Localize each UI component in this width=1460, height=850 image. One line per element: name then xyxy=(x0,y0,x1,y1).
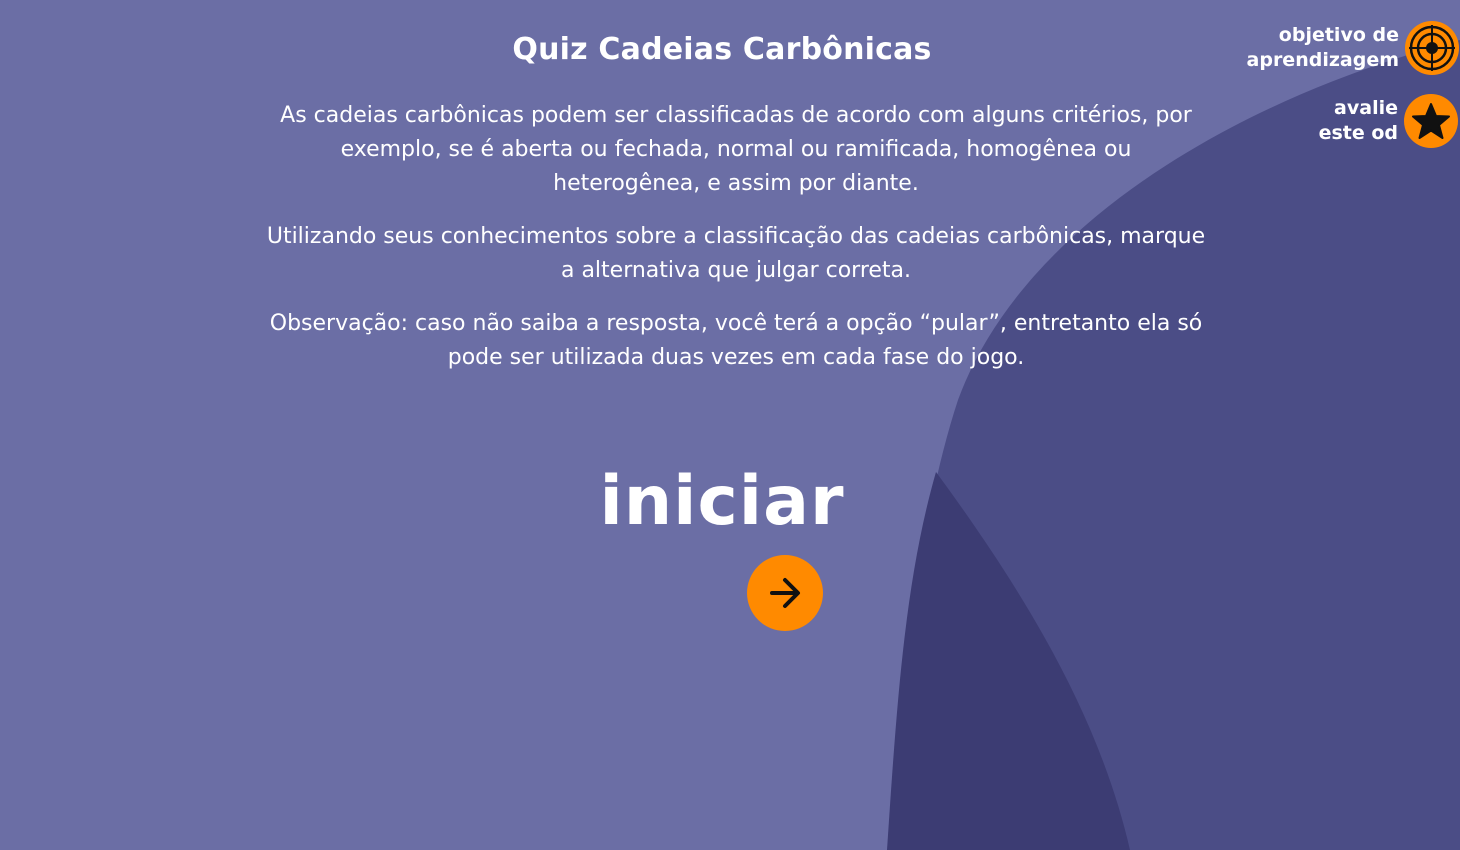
start-label[interactable]: iniciar xyxy=(560,462,884,541)
rate-badge[interactable] xyxy=(1404,94,1458,148)
learning-objective-label-line-2: aprendizagem xyxy=(1246,49,1399,71)
rate-label: avalie este od xyxy=(1319,96,1398,146)
intro-paragraph-3: Observação: caso não saiba a resposta, v… xyxy=(269,311,1203,370)
rate-button[interactable]: avalie este od xyxy=(1319,94,1458,148)
rate-label-line-2: este od xyxy=(1318,122,1398,144)
page-title: Quiz Cadeias Carbônicas xyxy=(512,32,932,67)
learning-objective-badge[interactable] xyxy=(1405,21,1459,75)
quiz-intro-screen: Quiz Cadeias Carbônicas As cadeias carbô… xyxy=(0,0,1460,850)
target-icon xyxy=(1409,25,1455,71)
learning-objective-button[interactable]: objetivo de aprendizagem xyxy=(1247,21,1459,75)
intro-paragraph-2: Utilizando seus conhecimentos sobre a cl… xyxy=(266,224,1206,283)
learning-objective-label: objetivo de aprendizagem xyxy=(1247,23,1399,73)
star-icon xyxy=(1412,103,1450,139)
arrow-right-icon xyxy=(770,578,800,608)
intro-paragraph-1: As cadeias carbônicas podem ser classifi… xyxy=(280,103,1192,196)
rate-label-line-1: avalie xyxy=(1334,97,1398,119)
start-button[interactable] xyxy=(747,555,823,631)
learning-objective-label-line-1: objetivo de xyxy=(1278,24,1399,46)
